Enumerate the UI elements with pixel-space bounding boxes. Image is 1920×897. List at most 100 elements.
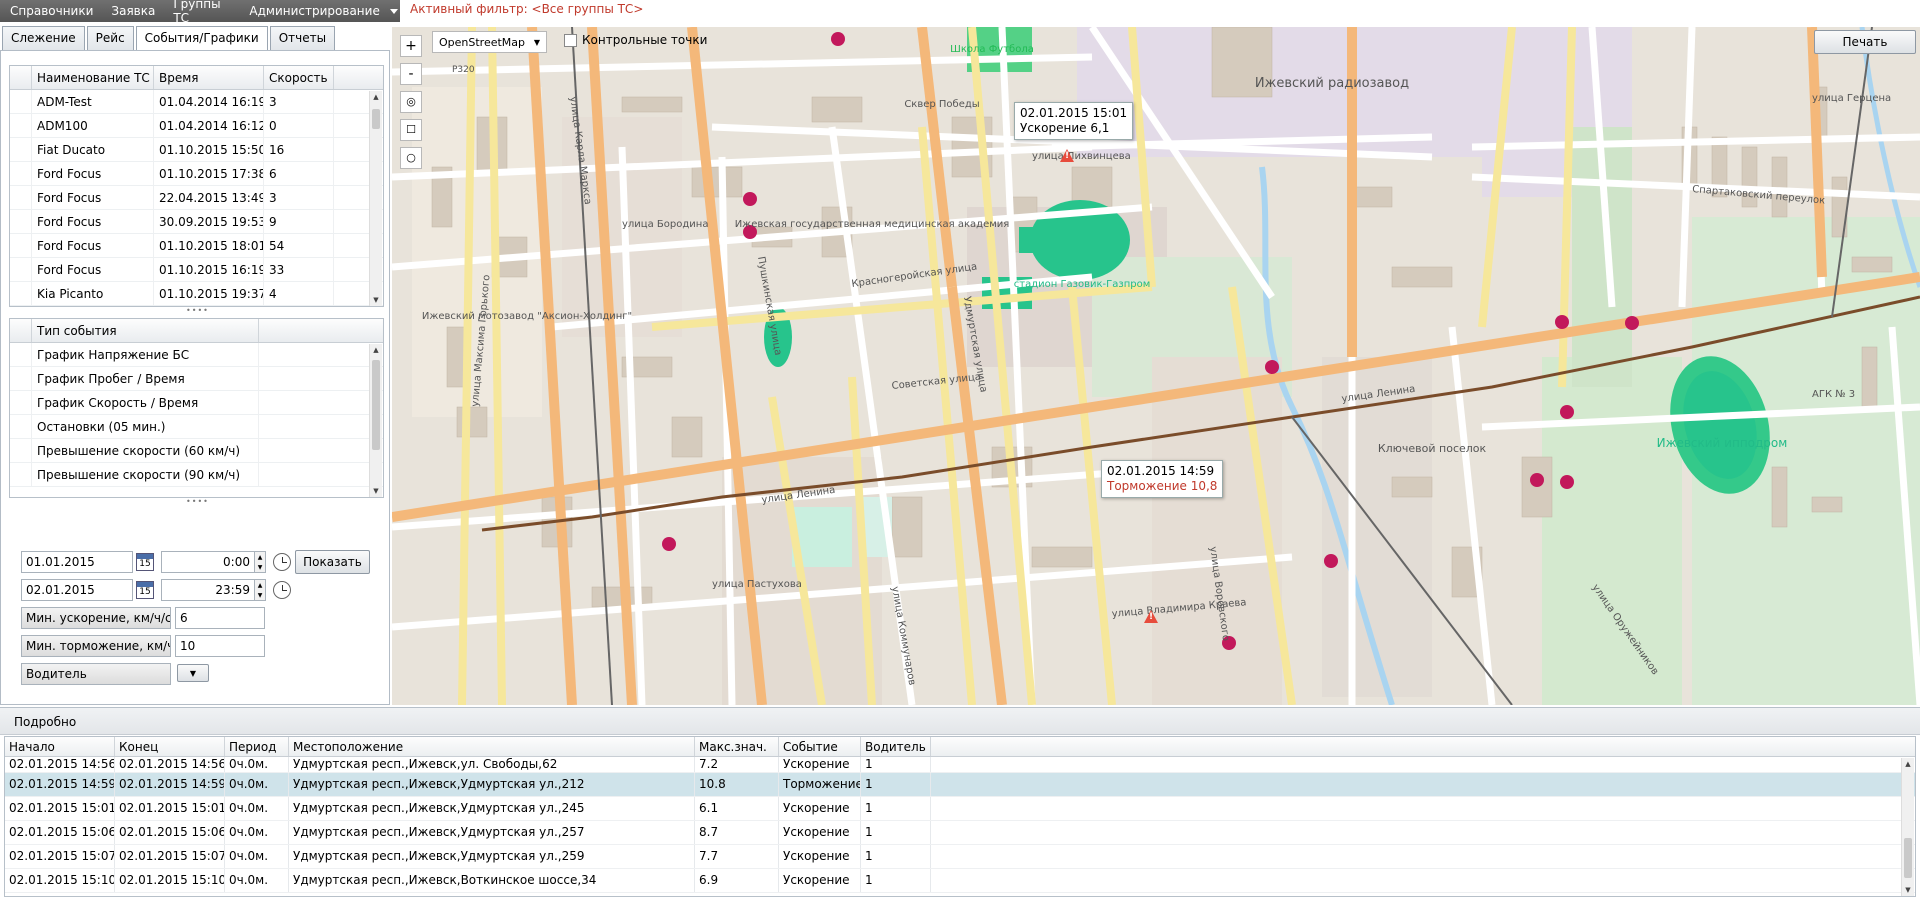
details-grid: Начало Конец Период Местоположение Макс.…	[4, 736, 1916, 897]
details-cell: 02.01.2015 15:06	[115, 821, 225, 844]
splitter-handle[interactable]: ••••	[186, 306, 209, 315]
splitter-handle[interactable]: ••••	[186, 497, 209, 506]
active-filter-label: Активный фильтр: <Все группы ТС>	[410, 2, 644, 16]
column-header-event-type[interactable]: Тип события	[32, 319, 259, 342]
column-header-max-value[interactable]: Макс.знач.	[695, 737, 779, 756]
table-row[interactable]: ADM-Test 01.04.2014 16:19 3	[10, 90, 383, 114]
locate-icon[interactable]: ○	[400, 147, 422, 169]
date-to-input[interactable]: 02.01.2015	[21, 579, 133, 601]
details-scrollbar[interactable]: ▲ ▼	[1901, 758, 1914, 896]
left-panel: Наименование ТС Время Скорость ADM-Test 0…	[0, 50, 390, 705]
print-button[interactable]: Печать	[1814, 30, 1916, 54]
table-row[interactable]: ADM100 01.04.2014 16:12 0	[10, 114, 383, 138]
column-header-vehicle-name[interactable]: Наименование ТС	[32, 66, 154, 89]
event-type-cell: Превышение скорости (90 км/ч)	[32, 463, 259, 486]
menu-dropdown-arrow-icon[interactable]	[388, 0, 400, 22]
event-types-scrollbar[interactable]: ▲ ▼	[369, 344, 382, 497]
calendar-to-icon[interactable]: 15	[136, 581, 154, 599]
tab-otchety[interactable]: Отчеты	[269, 26, 336, 50]
date-from-input[interactable]: 01.01.2015	[21, 551, 133, 573]
table-row[interactable]: Ford Focus 30.09.2015 19:53 9	[10, 210, 383, 234]
menu-item-spravochniki[interactable]: Справочники	[0, 4, 101, 18]
map-label-hippodrome: Ижевский ипподром	[1657, 436, 1788, 450]
layers-icon[interactable]: ☐	[400, 119, 422, 141]
column-header-end[interactable]: Конец	[115, 737, 225, 756]
clock-from-icon[interactable]	[273, 553, 291, 571]
checkpoints-checkbox[interactable]	[564, 33, 577, 47]
time-from-input[interactable]: 0:00	[161, 551, 255, 573]
min-accel-label: Мин. ускорение, км/ч/с	[21, 607, 171, 629]
zoom-in-button[interactable]: +	[400, 35, 422, 57]
vehicle-name-cell: Ford Focus	[32, 258, 154, 281]
min-accel-input[interactable]: 6	[175, 607, 265, 629]
details-cell: 1	[861, 821, 931, 844]
map-view[interactable]: Школа Футбола Ижевский радиозавод Сквер …	[392, 27, 1920, 705]
table-row[interactable]: Ford Focus 22.04.2015 13:49 3	[10, 186, 383, 210]
table-row[interactable]: 02.01.2015 15:01 02.01.2015 15:01 0ч.0м. Уд…	[5, 797, 1915, 821]
scroll-up-icon[interactable]: ▲	[370, 344, 382, 356]
details-cell: 6.1	[695, 797, 779, 820]
tab-sobytiya-grafiki[interactable]: События/Графики	[135, 26, 268, 52]
scroll-down-icon[interactable]: ▼	[1902, 884, 1914, 896]
menu-item-zayavka[interactable]: Заявка	[101, 4, 163, 18]
vehicle-time-cell: 22.04.2015 13:49	[154, 186, 264, 209]
table-row[interactable]: 02.01.2015 14:59 02.01.2015 14:59 0ч.0м. Уд…	[5, 773, 1915, 797]
vehicle-name-cell: Kia Picanto	[32, 282, 154, 305]
time-to-spinner[interactable]: ▲ ▼	[254, 579, 266, 601]
time-to-input[interactable]: 23:59	[161, 579, 255, 601]
vehicle-name-cell: Fiat Ducato	[32, 138, 154, 161]
scroll-up-icon[interactable]: ▲	[1902, 758, 1914, 770]
map-label-skver: Сквер Победы	[904, 99, 979, 110]
details-cell: 0ч.0м.	[225, 845, 289, 868]
table-row[interactable]: 02.01.2015 15:06 02.01.2015 15:06 0ч.0м. Уд…	[5, 821, 1915, 845]
column-header-time[interactable]: Время	[154, 66, 264, 89]
checkpoints-toggle[interactable]: Контрольные точки	[564, 33, 707, 47]
menu-item-gruppy-ts[interactable]: Группы ТС	[163, 0, 239, 25]
tab-slezhenie[interactable]: Слежение	[2, 26, 85, 50]
table-row[interactable]: 02.01.2015 14:56 02.01.2015 14:56 0ч.0м. Уд…	[5, 757, 1915, 773]
time-from-spinner[interactable]: ▲ ▼	[254, 551, 266, 573]
map-canvas[interactable]: Школа Футбола Ижевский радиозавод Сквер …	[392, 27, 1920, 705]
column-header-event[interactable]: Событие	[779, 737, 861, 756]
column-header-driver[interactable]: Водитель	[861, 737, 931, 756]
table-row[interactable]: 02.01.2015 15:07 02.01.2015 15:07 0ч.0м. Уд…	[5, 845, 1915, 869]
scroll-down-icon[interactable]: ▼	[370, 485, 382, 497]
list-item[interactable]: Остановки (05 мин.)	[10, 415, 383, 439]
table-row[interactable]: Kia Picanto 01.10.2015 19:37 4	[10, 282, 383, 306]
calendar-from-icon[interactable]: 15	[136, 553, 154, 571]
map-layer-select[interactable]: OpenStreetMap ▼	[432, 31, 547, 53]
clock-to-icon[interactable]	[273, 581, 291, 599]
table-row[interactable]: Ford Focus 01.10.2015 18:01 54	[10, 234, 383, 258]
column-header-start[interactable]: Начало	[5, 737, 115, 756]
zoom-out-button[interactable]: -	[400, 63, 422, 85]
scroll-up-icon[interactable]: ▲	[370, 91, 382, 103]
table-row[interactable]: Ford Focus 01.10.2015 16:19 33	[10, 258, 383, 282]
table-row[interactable]: Fiat Ducato 01.10.2015 15:50 16	[10, 138, 383, 162]
compass-icon[interactable]: ◎	[400, 91, 422, 113]
column-header-speed[interactable]: Скорость	[264, 66, 334, 89]
driver-label[interactable]: Водитель	[21, 663, 171, 685]
vehicle-time-cell: 30.09.2015 19:53	[154, 210, 264, 233]
details-cell: Торможение	[779, 773, 861, 796]
min-brake-input[interactable]: 10	[175, 635, 265, 657]
column-header-location[interactable]: Местоположение	[289, 737, 695, 756]
column-header-period[interactable]: Период	[225, 737, 289, 756]
table-row[interactable]: Ford Focus 01.10.2015 17:38 6	[10, 162, 383, 186]
driver-dropdown-arrow-icon[interactable]: ▼	[177, 664, 209, 682]
tab-reys[interactable]: Рейс	[86, 26, 134, 50]
list-item[interactable]: Превышение скорости (90 км/ч)	[10, 463, 383, 487]
list-item[interactable]: Превышение скорости (60 км/ч)	[10, 439, 383, 463]
details-cell: 6.9	[695, 869, 779, 892]
map-label-radiozavod: Ижевский радиозавод	[1255, 76, 1409, 91]
braking-warning-icon[interactable]: !	[1144, 610, 1158, 623]
list-item[interactable]: График Пробег / Время	[10, 367, 383, 391]
vehicles-scrollbar[interactable]: ▲ ▼	[369, 91, 382, 306]
menu-item-administrirovanie[interactable]: Администрирование	[239, 4, 387, 18]
details-cell: 0ч.0м.	[225, 869, 289, 892]
acceleration-warning-icon[interactable]: !	[1060, 149, 1074, 162]
show-button[interactable]: Показать	[295, 550, 370, 574]
list-item[interactable]: График Скорость / Время	[10, 391, 383, 415]
list-item[interactable]: График Напряжение БС	[10, 343, 383, 367]
scroll-down-icon[interactable]: ▼	[370, 294, 382, 306]
table-row[interactable]: 02.01.2015 15:10 02.01.2015 15:10 0ч.0м. Уд…	[5, 869, 1915, 893]
